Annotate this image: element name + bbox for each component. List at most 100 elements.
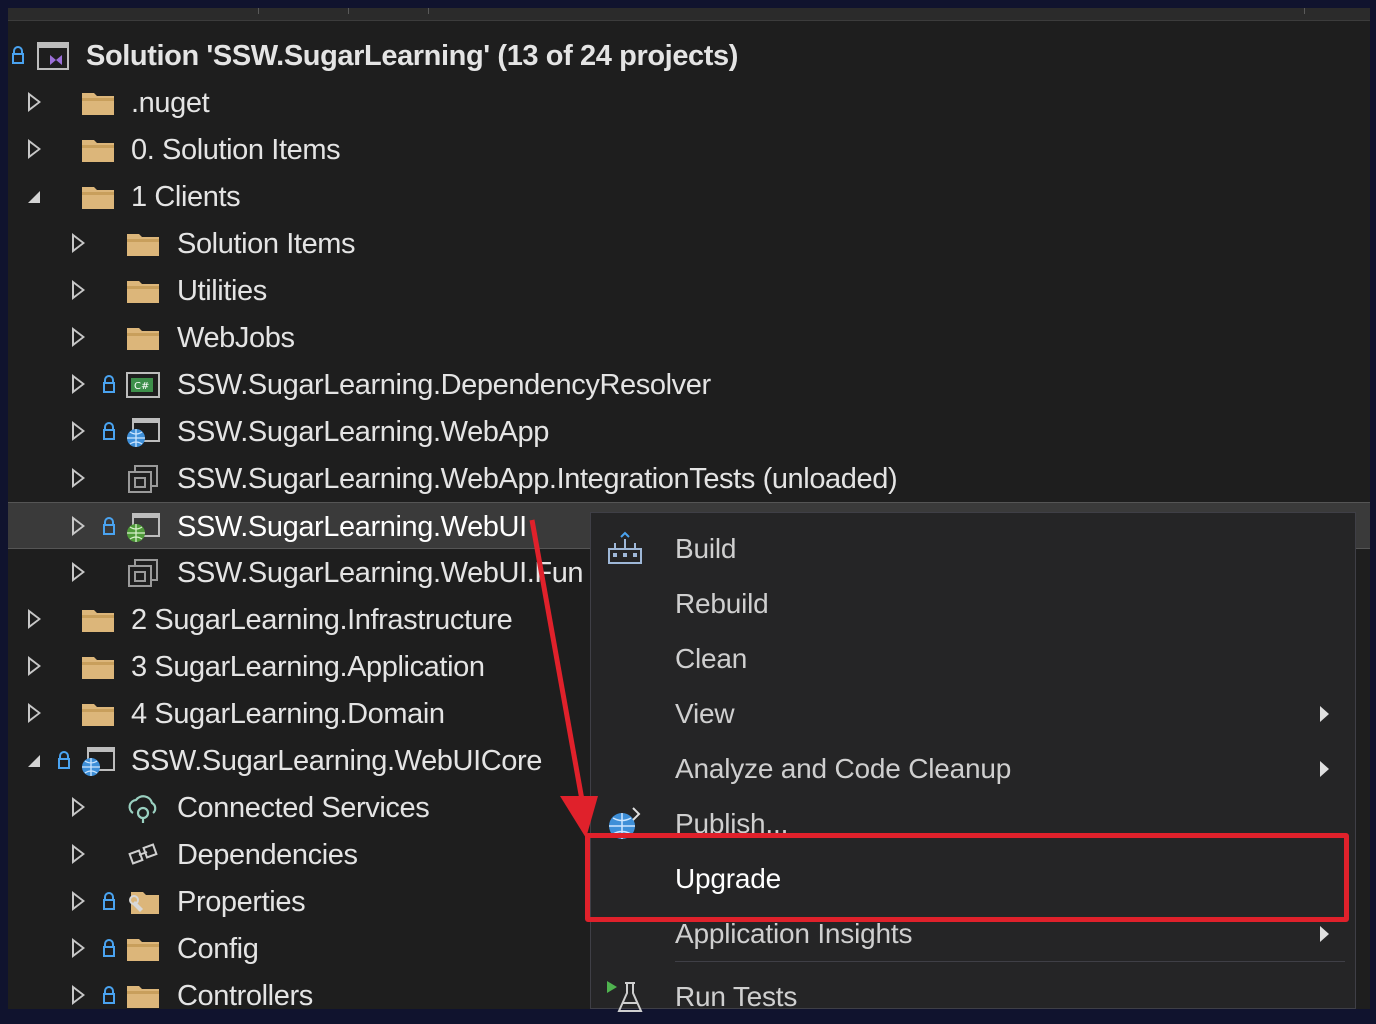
menu-label: Clean: [675, 643, 748, 674]
tree-label: 1 Clients: [131, 181, 241, 213]
menu-separator: [675, 961, 1345, 962]
expand-arrow-icon[interactable]: [72, 985, 92, 1007]
context-menu: Build Rebuild Clean View Analyze and Cod…: [590, 512, 1356, 1012]
expand-arrow-icon[interactable]: [72, 562, 92, 584]
tree-row-solution-items[interactable]: 0. Solution Items: [8, 126, 1370, 173]
tree-row-webapp[interactable]: SSW.SugarLearning.WebApp: [8, 408, 1370, 455]
menu-label: Analyze and Code Cleanup: [675, 753, 1012, 784]
tree-label: Dependencies: [177, 839, 358, 871]
folder-icon: [125, 276, 161, 306]
menu-label: Run Tests: [675, 981, 798, 1012]
submenu-arrow-icon: [1320, 706, 1329, 722]
menu-item-build[interactable]: Build: [591, 521, 1355, 576]
tree-label: SSW.SugarLearning.WebApp.IntegrationTest…: [177, 463, 898, 495]
lock-icon: [103, 517, 115, 535]
folder-icon: [125, 981, 161, 1009]
web-project-icon: [125, 417, 161, 447]
tree-label: 3 SugarLearning.Application: [131, 651, 485, 683]
toolbar-strip: [8, 8, 1370, 21]
folder-icon: [80, 88, 116, 118]
menu-label: Application Insights: [675, 918, 913, 949]
solution-title: Solution 'SSW.SugarLearning' (13 of 24 p…: [86, 40, 739, 72]
upgrade-highlight-box: [585, 833, 1349, 922]
web-project-icon: [80, 746, 116, 776]
svg-text:C#: C#: [134, 381, 149, 392]
build-icon: [605, 531, 645, 567]
lock-icon: [58, 751, 70, 769]
lock-icon: [103, 986, 115, 1004]
expand-arrow-icon[interactable]: [28, 703, 48, 725]
tree-label: SSW.SugarLearning.WebUI: [177, 511, 527, 543]
lock-icon: [103, 375, 115, 393]
folder-icon: [125, 934, 161, 964]
tree-row-utilities[interactable]: Utilities: [8, 267, 1370, 314]
expand-arrow-icon[interactable]: [28, 92, 48, 114]
tree-label: Solution Items: [177, 228, 356, 260]
connected-services-icon: [125, 793, 161, 823]
folder-icon: [80, 135, 116, 165]
properties-icon: [125, 887, 161, 917]
menu-item-analyze-code-cleanup[interactable]: Analyze and Code Cleanup: [591, 741, 1355, 796]
menu-item-rebuild[interactable]: Rebuild: [591, 576, 1355, 631]
folder-icon: [80, 699, 116, 729]
web-project-icon: [125, 512, 161, 542]
lock-icon: [103, 892, 115, 910]
expand-arrow-icon[interactable]: [72, 797, 92, 819]
tree-label: SSW.SugarLearning.WebUICore: [131, 745, 542, 777]
tree-row-dependency-resolver[interactable]: C# SSW.SugarLearning.DependencyResolver: [8, 361, 1370, 408]
tree-row-webjobs[interactable]: WebJobs: [8, 314, 1370, 361]
tree-label: Controllers: [177, 980, 313, 1009]
tree-label: .nuget: [131, 87, 210, 119]
run-tests-icon: [605, 979, 645, 1015]
tree-label: SSW.SugarLearning.DependencyResolver: [177, 369, 711, 401]
collapse-arrow-icon[interactable]: [28, 186, 48, 208]
unloaded-project-icon: [125, 464, 161, 494]
tree-row-webapp-integration-tests[interactable]: SSW.SugarLearning.WebApp.IntegrationTest…: [8, 455, 1370, 502]
dependencies-icon: [125, 840, 161, 870]
expand-arrow-icon[interactable]: [72, 280, 92, 302]
expand-arrow-icon[interactable]: [28, 609, 48, 631]
tree-label: Utilities: [177, 275, 267, 307]
expand-arrow-icon[interactable]: [72, 374, 92, 396]
expand-arrow-icon[interactable]: [28, 656, 48, 678]
expand-arrow-icon[interactable]: [72, 233, 92, 255]
folder-icon: [80, 605, 116, 635]
tree-label: WebJobs: [177, 322, 295, 354]
console-project-icon: C#: [125, 370, 161, 400]
tree-label: Connected Services: [177, 792, 430, 824]
expand-arrow-icon[interactable]: [72, 938, 92, 960]
tree-row-clients-solution-items[interactable]: Solution Items: [8, 220, 1370, 267]
folder-icon: [125, 323, 161, 353]
menu-item-view[interactable]: View: [591, 686, 1355, 741]
collapse-arrow-icon[interactable]: [28, 750, 48, 772]
menu-label: Rebuild: [675, 588, 769, 619]
expand-arrow-icon[interactable]: [72, 327, 92, 349]
tree-label: Config: [177, 933, 259, 965]
folder-icon: [80, 652, 116, 682]
tree-row-solution[interactable]: Solution 'SSW.SugarLearning' (13 of 24 p…: [8, 32, 1370, 79]
tree-label: SSW.SugarLearning.WebUI.Fun: [177, 557, 584, 589]
tree-label: 2 SugarLearning.Infrastructure: [131, 604, 513, 636]
lock-icon: [103, 422, 115, 440]
tree-label: Properties: [177, 886, 306, 918]
tree-label: 4 SugarLearning.Domain: [131, 698, 445, 730]
expand-arrow-icon[interactable]: [72, 421, 92, 443]
folder-icon: [80, 182, 116, 212]
expand-arrow-icon[interactable]: [72, 468, 92, 490]
menu-label: Build: [675, 533, 737, 564]
submenu-arrow-icon: [1320, 761, 1329, 777]
expand-arrow-icon[interactable]: [72, 891, 92, 913]
menu-item-run-tests[interactable]: Run Tests: [591, 969, 1355, 1024]
submenu-arrow-icon: [1320, 926, 1329, 942]
expand-arrow-icon[interactable]: [72, 516, 92, 538]
unloaded-project-icon: [125, 558, 161, 588]
lock-icon: [12, 46, 24, 64]
menu-label: View: [675, 698, 735, 729]
expand-arrow-icon[interactable]: [72, 844, 92, 866]
tree-label: 0. Solution Items: [131, 134, 341, 166]
menu-item-clean[interactable]: Clean: [591, 631, 1355, 686]
tree-row-clients[interactable]: 1 Clients: [8, 173, 1370, 220]
folder-icon: [125, 229, 161, 259]
tree-row-nuget[interactable]: .nuget: [8, 79, 1370, 126]
expand-arrow-icon[interactable]: [28, 139, 48, 161]
